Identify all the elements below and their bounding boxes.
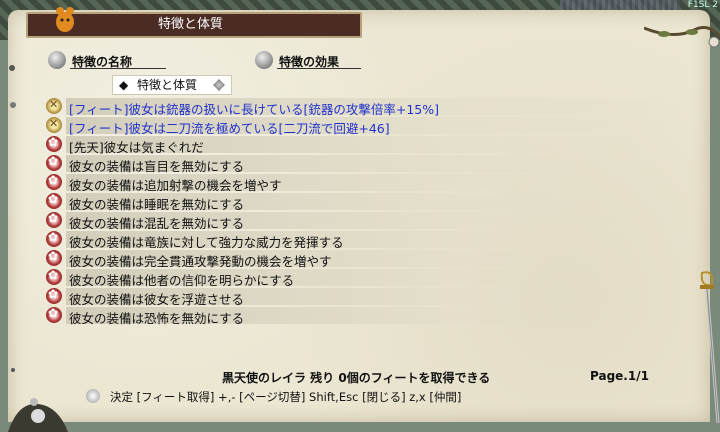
category-label: 特徴と体質 [137,78,198,92]
skull-ornament-icon [8,398,68,432]
hud-status: F1SL 2 [687,0,718,10]
category-tab[interactable]: ◆ 特徴と体質 [112,75,232,95]
header-orb-icon [48,51,66,69]
trait-row[interactable]: 彼女の装備は完全貫通攻撃発動の機会を増やす [44,249,694,269]
trait-list: [フィート]彼女は銃器の扱いに長けている[銃器の攻撃倍率+15%][フィート]彼… [44,97,694,326]
trait-row[interactable]: 彼女の装備は追加射撃の機会を増やす [44,173,694,193]
remaining-feats-status: 黒天使のレイラ 残り 0個のフィートを取得できる [222,371,491,385]
header-orb-icon [255,51,273,69]
equip-icon [46,135,62,152]
window-title: 特徴と体質 [158,17,224,32]
diamond-icon: ◆ [119,78,129,92]
sword-ornament-icon [700,271,720,424]
vine-ornament-icon [644,26,720,48]
trait-row[interactable]: 彼女の装備は他者の信仰を明らかにする [44,268,694,288]
trait-row[interactable]: 彼女の装備は彼女を浮遊させる [44,287,694,307]
page-indicator: Page.1/1 [590,369,649,383]
header-trait-effect: 特徴の効果 [255,51,365,69]
header-underline [70,68,166,69]
header-trait-name: 特徴の名称 [48,51,168,69]
trait-row[interactable]: [フィート]彼女は二刀流を極めている[二刀流で回避+46] [44,116,694,136]
equip-icon [46,306,62,323]
help-orb-icon [86,389,100,403]
trait-row[interactable]: 彼女の装備は混乱を無効にする [44,211,694,231]
trait-row[interactable]: 彼女の装備は恐怖を無効にする [44,306,694,326]
feat-icon [46,117,62,133]
header-underline [277,68,361,69]
trait-row[interactable]: [フィート]彼女は銃器の扱いに長けている[銃器の攻撃倍率+15%] [44,97,694,117]
feat-icon [46,98,62,114]
equip-icon [46,230,62,247]
equip-icon [46,154,62,171]
mascot-icon [56,7,74,32]
key-help-text: 決定 [フィート取得] +,- [ページ切替] Shift,Esc [閉じる] … [110,390,462,404]
switch-arrow-icon[interactable] [213,79,225,91]
equip-icon [46,173,62,190]
equip-icon [46,249,62,266]
trait-row[interactable]: 彼女の装備は竜族に対して強力な威力を発揮する [44,230,694,250]
equip-icon [46,268,62,285]
trait-row[interactable]: 彼女の装備は睡眠を無効にする [44,192,694,212]
trait-text: 彼女の装備は恐怖を無効にする [69,311,245,326]
equip-icon [46,211,62,228]
trait-row[interactable]: [先天]彼女は気まぐれだ [44,135,694,155]
left-ornament-icon [9,65,16,372]
equip-icon [46,192,62,209]
equip-icon [46,287,62,304]
trait-row[interactable]: 彼女の装備は盲目を無効にする [44,154,694,174]
